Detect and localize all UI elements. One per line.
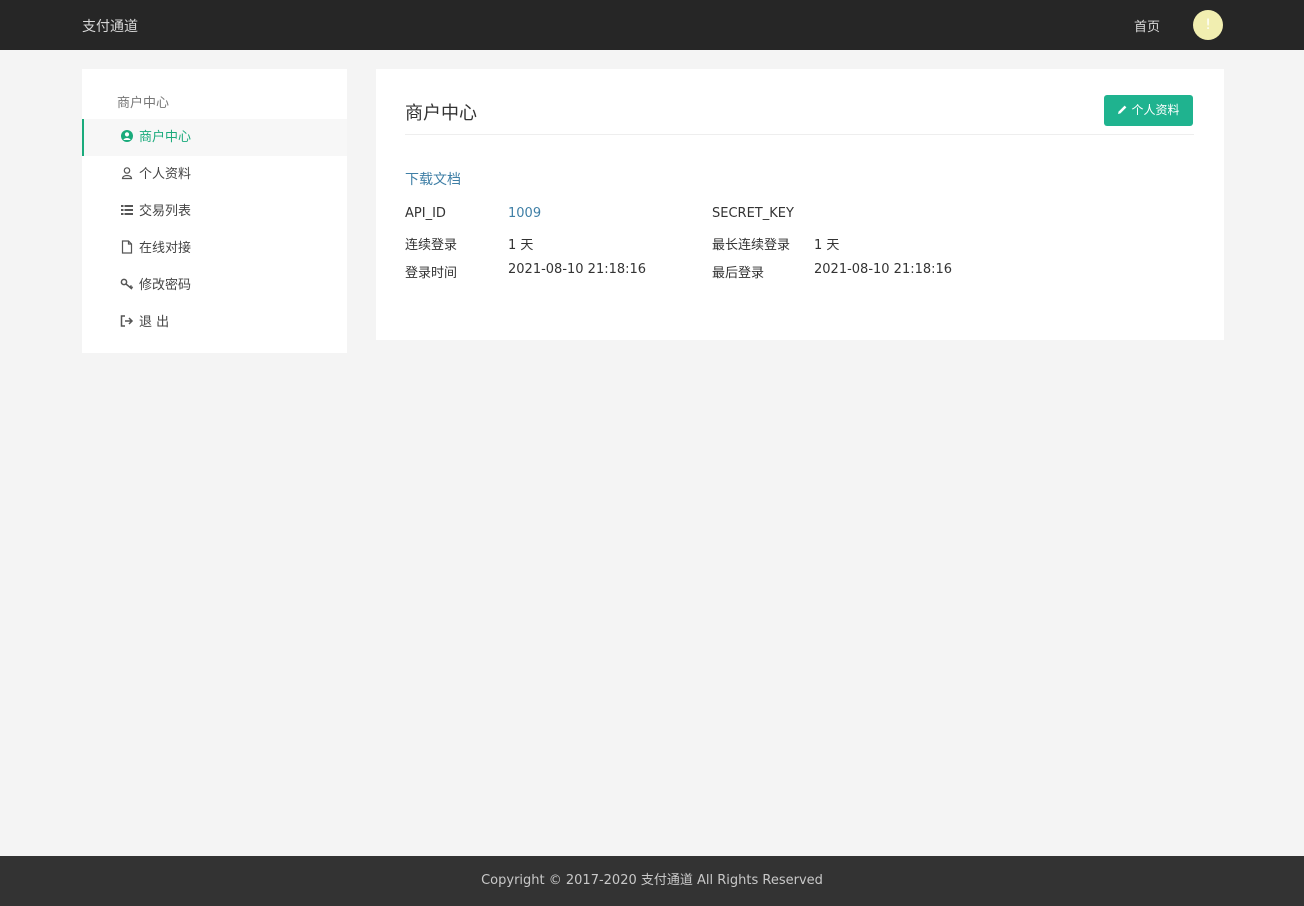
- key-icon: [120, 278, 134, 290]
- longest-consecutive-label: 最长连续登录: [712, 238, 791, 253]
- header-divider: [405, 134, 1194, 135]
- sidebar-title: 商户中心: [117, 96, 170, 111]
- file-icon: [121, 240, 133, 254]
- login-time-label: 登录时间: [405, 266, 458, 281]
- api-id-value: 1009: [508, 206, 542, 221]
- top-navbar: 支付通道 首页 !: [0, 0, 1304, 50]
- sidebar-item-label: 退 出: [139, 315, 170, 330]
- profile-button[interactable]: 个人资料: [1104, 95, 1193, 126]
- user-avatar[interactable]: !: [1193, 10, 1223, 40]
- profile-button-label: 个人资料: [1131, 103, 1180, 117]
- sidebar-item-logout[interactable]: 退 出: [82, 304, 347, 341]
- sidebar-item-change-password[interactable]: 修改密码: [82, 267, 347, 304]
- consecutive-login-value: 1 天: [508, 238, 534, 253]
- longest-consecutive-value: 1 天: [814, 238, 840, 253]
- user-circle-icon: [121, 130, 133, 142]
- list-icon: [121, 205, 133, 215]
- home-link[interactable]: 首页: [1134, 16, 1160, 35]
- user-icon: [121, 167, 133, 180]
- sidebar: 商户中心 商户中心 个人资料 交易列表 在线对接 修改密码 退 出: [82, 69, 347, 353]
- sidebar-item-transactions[interactable]: 交易列表: [82, 193, 347, 230]
- sidebar-item-label: 个人资料: [139, 167, 192, 182]
- api-id-label: API_ID: [405, 206, 446, 221]
- main-panel: 商户中心 个人资料 下载文档 API_ID 1009 SECRET_KEY 连续…: [376, 69, 1224, 340]
- last-login-value: 2021-08-10 21:18:16: [814, 262, 953, 277]
- brand-logo-text[interactable]: 支付通道: [82, 16, 138, 36]
- download-docs-link[interactable]: 下载文档: [405, 169, 461, 189]
- sidebar-item-profile[interactable]: 个人资料: [82, 156, 347, 193]
- sidebar-item-label: 在线对接: [139, 241, 192, 256]
- login-time-value: 2021-08-10 21:18:16: [508, 262, 647, 277]
- secret-key-label: SECRET_KEY: [712, 206, 794, 221]
- footer: Copyright © 2017-2020 支付通道 All Rights Re…: [0, 856, 1304, 906]
- last-login-label: 最后登录: [712, 266, 765, 281]
- pencil-icon: [1118, 105, 1127, 114]
- sidebar-item-label: 商户中心: [139, 130, 192, 145]
- sign-out-icon: [120, 315, 134, 327]
- consecutive-login-label: 连续登录: [405, 238, 458, 253]
- sidebar-item-label: 交易列表: [139, 204, 192, 219]
- sidebar-item-merchant-center[interactable]: 商户中心: [82, 119, 347, 156]
- sidebar-item-label: 修改密码: [139, 278, 192, 293]
- sidebar-item-integration[interactable]: 在线对接: [82, 230, 347, 267]
- copyright-text: Copyright © 2017-2020 支付通道 All Rights Re…: [481, 873, 823, 888]
- page-title: 商户中心: [405, 103, 477, 124]
